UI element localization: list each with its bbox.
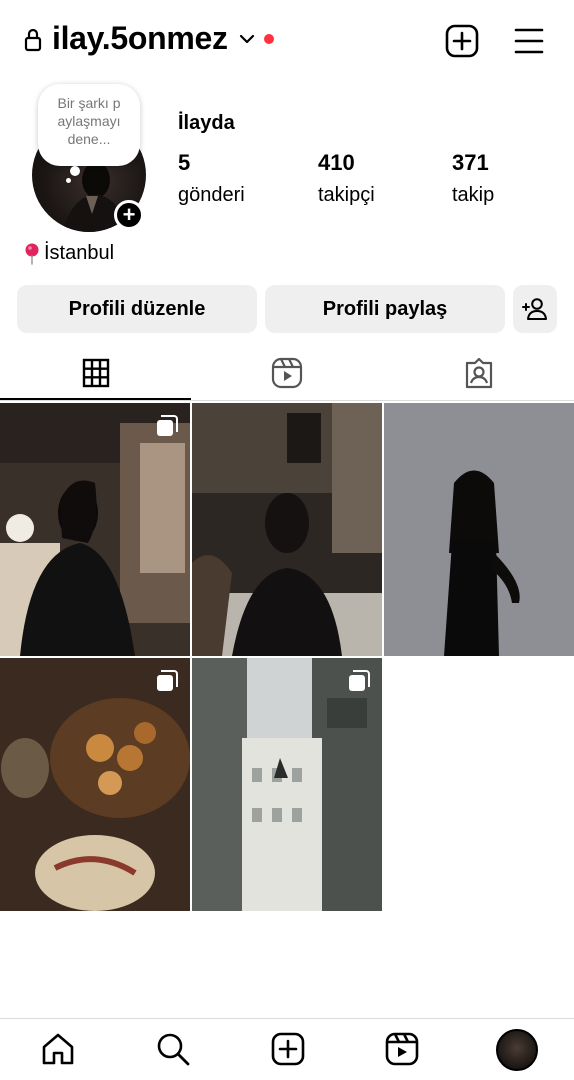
note-bubble-tail xyxy=(70,166,80,176)
create-icon[interactable] xyxy=(270,1031,306,1067)
tab-reels[interactable] xyxy=(191,345,383,401)
reels-icon xyxy=(271,357,303,389)
posts-label: gönderi xyxy=(178,184,245,206)
username[interactable]: ilay.5onmez xyxy=(52,20,228,57)
profile-avatar[interactable] xyxy=(496,1029,538,1071)
location-text: İstanbul xyxy=(44,242,115,264)
carousel-icon xyxy=(157,415,178,436)
post-image-dress xyxy=(384,403,574,656)
tab-grid[interactable] xyxy=(0,345,191,401)
followers-label: takipçi xyxy=(318,184,375,206)
post-thumbnail[interactable] xyxy=(384,403,574,656)
carousel-icon xyxy=(349,670,370,691)
post-thumbnail[interactable] xyxy=(0,403,190,656)
add-person-button[interactable] xyxy=(513,285,557,333)
followers-stat[interactable]: 410 takipçi xyxy=(318,150,375,207)
menu-icon[interactable] xyxy=(512,24,546,58)
post-thumbnail[interactable] xyxy=(192,403,382,656)
edit-profile-button[interactable]: Profili düzenle xyxy=(17,285,257,333)
post-thumbnail[interactable] xyxy=(192,658,382,911)
following-stat[interactable]: 371 takip xyxy=(452,150,494,207)
note-bubble-tail-small xyxy=(66,178,71,183)
add-story-icon[interactable]: + xyxy=(114,200,144,230)
posts-stat[interactable]: 5 gönderi xyxy=(178,150,245,207)
bottom-navigation xyxy=(0,1018,574,1080)
followers-count: 410 xyxy=(318,150,355,175)
pin-icon xyxy=(25,243,39,265)
posts-count: 5 xyxy=(178,150,191,175)
tab-tagged[interactable] xyxy=(383,345,574,401)
lock-icon xyxy=(24,28,42,52)
top-bar: ilay.5onmez xyxy=(0,0,574,80)
grid-icon xyxy=(82,358,109,388)
home-icon[interactable] xyxy=(40,1031,76,1067)
search-icon[interactable] xyxy=(155,1031,191,1067)
tabs-divider xyxy=(0,400,574,401)
note-bubble[interactable]: Bir şarkı p aylaşmayı dene... xyxy=(38,84,140,166)
post-image-street xyxy=(192,658,382,911)
chevron-down-icon[interactable] xyxy=(238,30,256,48)
profile-tabs xyxy=(0,345,574,401)
reels-icon[interactable] xyxy=(384,1031,420,1067)
post-image-bar xyxy=(192,403,382,656)
add-post-icon[interactable] xyxy=(445,24,479,58)
tagged-icon xyxy=(465,357,492,389)
post-image-cafe xyxy=(0,403,190,656)
post-thumbnail[interactable] xyxy=(0,658,190,911)
following-count: 371 xyxy=(452,150,489,175)
add-person-icon xyxy=(522,298,547,320)
carousel-icon xyxy=(157,670,178,691)
display-name: İlayda xyxy=(178,112,235,134)
post-image-drinks xyxy=(0,658,190,911)
location: İstanbul xyxy=(24,242,114,265)
notification-dot xyxy=(264,34,274,44)
share-profile-button[interactable]: Profili paylaş xyxy=(265,285,505,333)
following-label: takip xyxy=(452,184,495,206)
